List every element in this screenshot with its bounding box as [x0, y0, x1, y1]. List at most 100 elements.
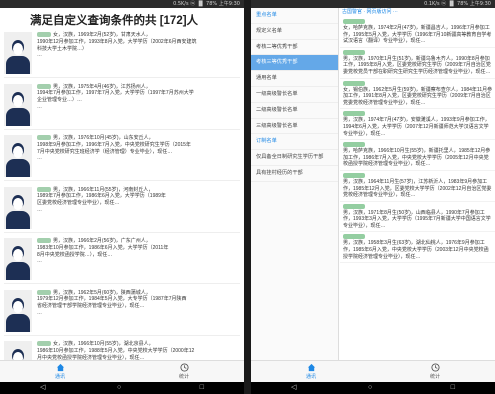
bio-line: … — [37, 103, 42, 110]
entry-text: 男，汉族，1970年1月生(51岁)，新疆乌鲁木齐人，1990年8月参加工作，1… — [343, 55, 491, 75]
tab-contacts[interactable]: 通讯 — [30, 363, 90, 380]
bio-line: 1986年10月参加工作，1988年5月入党，中央党校大学学历（2000年12 — [37, 347, 195, 354]
bio-line: … — [37, 206, 42, 213]
back-button[interactable]: ◁ — [40, 384, 45, 392]
result-card[interactable]: 男，汉族，1962年5月(60岁)，陕西蒲城人， 1979年12月参加工作，198… — [4, 288, 240, 336]
left-phone-screen: 0.5K/s ⓦ ▐▌ 78% 上午9:30 满足自定义查询条件的共 [172]… — [0, 0, 244, 394]
menu-item[interactable]: 考核二等优秀干部 — [251, 40, 338, 56]
recents-button[interactable]: □ — [451, 384, 455, 392]
result-card[interactable]: 男，汉族，1976年10月(45岁)，山东安丘人， 1998年9月参加工作，199… — [4, 133, 240, 181]
list-item[interactable]: 女，哈萨克族，1974年2月(47岁)，新疆昌吉人，1996年7月参加工作，19… — [340, 17, 495, 48]
status-bar: 0.5K/s ⓦ ▐▌ 78% 上午9:30 — [0, 0, 244, 8]
menu-item[interactable]: 规定义名单 — [251, 24, 338, 40]
bio-line: 1983年10月参加工作，1986年6月入党，大学学历（2011年 — [37, 244, 169, 251]
avatar — [4, 186, 32, 229]
list-item[interactable]: 男，哈萨克族，1966年10月生(55岁)，新疆托里人，1985年12月参加工作… — [340, 140, 495, 171]
list-item[interactable]: 男，汉族，1974年7月(47岁)，安徽濉溪人，1993年9月参加工作，1994… — [340, 109, 495, 141]
result-card[interactable]: 男，汉族，1966年11月(55岁)，河南封丘人， 1989年7月参加工作，198… — [4, 185, 240, 233]
bio-line: 男，汉族，1966年2月(56岁)，广东广州人， — [53, 238, 151, 244]
entry-text: 男，哈萨克族，1966年10月生(55岁)，新疆托里人，1985年12月参加工作… — [343, 148, 491, 168]
list-item[interactable]: 男，汉族，1970年1月生(51岁)，新疆乌鲁木齐人，1990年8月参加工作，1… — [340, 48, 495, 79]
result-card[interactable]: 男，汉族，1975年4月(46岁)，江苏扬州人， 1994年7月参加工作，1997… — [4, 82, 240, 130]
redacted-name — [37, 289, 51, 295]
tab-statistics[interactable]: 统计 — [154, 363, 214, 380]
entry-text: 女，锡伯族，1962年5月生(59岁)，新疆察布查尔人，1984年11月参加工作… — [343, 86, 493, 106]
avatar — [4, 32, 32, 74]
redacted-name — [343, 19, 365, 24]
menu-item[interactable]: 具有挂村经历的干部 — [251, 166, 338, 182]
bio-line: 1990年12月参加工作，1993年8月入党，大学学历（2002年6月西安建筑 — [37, 38, 197, 45]
bio-text: 男，汉族，1962年5月(60岁)，陕西蒲城人， 1979年12月参加工作，198… — [37, 290, 240, 317]
result-card[interactable]: 女，汉族，1969年2月(52岁)，甘肃天水人， 1990年12月参加工作，199… — [4, 30, 240, 78]
bio-line: 男，汉族，1976年10月(45岁)，山东安丘人， — [53, 135, 154, 141]
menu-item[interactable]: 订制名单 — [251, 134, 338, 151]
bio-text: 男，汉族，1975年4月(46岁)，江苏扬州人， 1994年7月参加工作，1997… — [37, 84, 240, 111]
bio-line: 7月中央党校研究生班经济学（经济管理）专业毕业），现任… — [37, 148, 173, 155]
home-icon — [307, 363, 315, 372]
redacted-name — [37, 341, 51, 347]
redacted-name — [343, 111, 365, 117]
bio-line: … — [37, 258, 42, 265]
tab-label: 统计 — [429, 374, 440, 380]
menu-item[interactable]: 仅具备全日制研究生学历干部 — [251, 150, 338, 166]
list-item[interactable]: 女，锡伯族，1962年5月生(59岁)，新疆察布查尔人，1984年11月参加工作… — [340, 79, 495, 110]
entry-text: 女，哈萨克族，1974年2月(47岁)，新疆昌吉人，1996年7月参加工作，19… — [343, 25, 492, 45]
content-header: 古国警官 · 网页版访问 ··· — [342, 9, 398, 15]
home-button[interactable]: ○ — [368, 384, 372, 392]
bottom-tab-bar: 通讯 统计 — [251, 360, 495, 382]
avatar — [4, 83, 32, 126]
bottom-tab-bar: 通讯 统计 — [0, 360, 244, 382]
menu-item[interactable]: 通用名单 — [251, 71, 338, 87]
tab-contacts[interactable]: 通讯 — [281, 363, 341, 380]
tab-statistics[interactable]: 统计 — [405, 363, 465, 380]
bio-line: 区委党校经济管理专业毕业），现任… — [37, 200, 120, 207]
back-button[interactable]: ◁ — [291, 384, 296, 392]
bio-text: 女，汉族，1969年2月(52岁)，甘肃天水人， 1990年12月参加工作，199… — [37, 32, 240, 59]
home-icon — [56, 363, 64, 372]
bio-line: 男，汉族，1966年11月(55岁)，河南封丘人， — [53, 186, 154, 193]
redacted-name — [37, 32, 51, 38]
list-item[interactable]: 男，汉族，1958年3月生(63岁)，湖北仙桃人，1976年9月参加工作，198… — [340, 232, 495, 264]
bio-text: 女，汉族，1966年10月(55岁)，湖北京县人， 1986年10月参加工作，19… — [37, 341, 240, 360]
entry-list: 古国警官 · 网页版访问 ··· 女，哈萨克族，1974年2月(47岁)，新疆昌… — [340, 8, 495, 360]
redacted-name — [37, 238, 51, 244]
bio-line: … — [37, 52, 42, 59]
menu-item[interactable]: 三级高级警长名单 — [251, 119, 338, 135]
menu-item[interactable]: 重点名单 — [251, 8, 338, 24]
tab-label: 统计 — [178, 374, 189, 380]
clock-icon — [179, 363, 189, 372]
list-item[interactable]: 男，汉族，1971年8月生(50岁)，山西临县人，1990年7月参加工作，199… — [340, 202, 495, 233]
recents-button[interactable]: □ — [200, 384, 204, 392]
page-title: 满足自定义查询条件的共 [172]人 — [30, 15, 199, 27]
redacted-name — [343, 142, 365, 148]
bio-line: 省经济管理干部学院经济管理专业毕业），现任… — [37, 303, 145, 310]
search-results-screen: 满足自定义查询条件的共 [172]人 女，汉族，1969年2月(52岁)，甘肃天… — [0, 8, 244, 360]
redacted-name — [343, 203, 365, 209]
avatar — [4, 341, 32, 360]
avatar — [4, 289, 32, 332]
entry-text: 男，汉族，1971年8月生(50岁)，山西临县人，1990年7月参加工作，199… — [343, 209, 491, 229]
bio-line: 男，汉族，1962年5月(60岁)，陕西蒲城人， — [53, 289, 151, 296]
list-menu-screen: 重点名单 规定义名单 考核二等优秀干部 考核三等优秀干部 通用名单 一级高级警长名单 二级高… — [251, 8, 495, 360]
menu-item[interactable]: 二级高级警长名单 — [251, 103, 338, 119]
menu-item[interactable]: 考核三等优秀干部 — [251, 55, 338, 72]
status-bar: 0.1K/s ⓦ ▐▌ 78% 上午9:30 — [251, 0, 495, 8]
entry-text: 男，汉族，1964年11月生(57岁)，江苏新沂人，1983年9月参加工作，19… — [343, 178, 492, 199]
menu-item[interactable]: 一级高级警长名单 — [251, 87, 338, 103]
tab-label: 通讯 — [305, 374, 316, 380]
clock-icon — [430, 363, 440, 372]
home-button[interactable]: ○ — [117, 384, 121, 392]
redacted-name — [37, 83, 51, 89]
redacted-name — [343, 234, 365, 240]
bio-line: … — [37, 155, 42, 162]
list-item[interactable]: 男，汉族，1964年11月生(57岁)，江苏新沂人，1983年9月参加工作，19… — [340, 171, 495, 202]
bio-line: … — [37, 309, 42, 316]
redacted-name — [343, 172, 365, 178]
bio-line: 1998年9月参加工作，1996年7月入党，中央党校研究生学历（2015年 — [37, 141, 191, 148]
result-card[interactable]: 女，汉族，1966年10月(55岁)，湖北京县人， 1986年10月参加工作，19… — [4, 339, 240, 360]
avatar — [4, 238, 32, 280]
result-card[interactable]: 男，汉族，1966年2月(56岁)，广东广州人， 1983年10月参加工作，198… — [4, 236, 240, 284]
redacted-name — [343, 80, 365, 86]
bio-text: 男，汉族，1966年2月(56岁)，广东广州人， 1983年10月参加工作，198… — [37, 238, 240, 265]
bio-text: 男，汉族，1966年11月(55岁)，河南封丘人， 1989年7月参加工作，198… — [37, 187, 240, 214]
